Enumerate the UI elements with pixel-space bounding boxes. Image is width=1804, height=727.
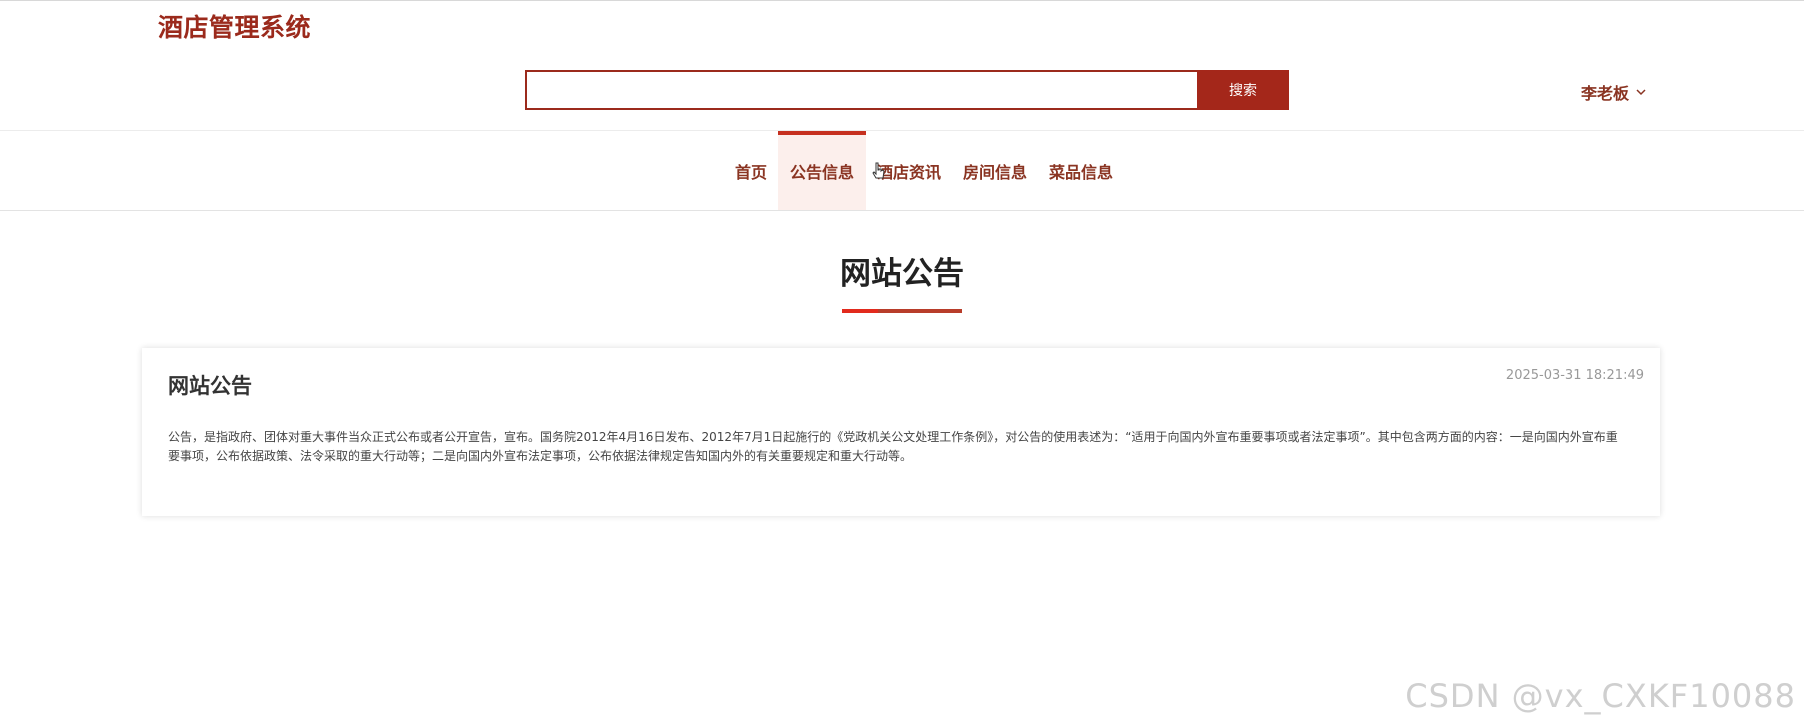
nav-item-label: 首页 xyxy=(734,162,767,182)
watermark: CSDN @vx_CXKF10088 xyxy=(1405,677,1796,715)
user-name: 李老板 xyxy=(1581,84,1630,103)
search-input[interactable] xyxy=(525,70,1197,110)
nav-item-label: 酒店资讯 xyxy=(876,162,941,182)
nav-item-label: 房间信息 xyxy=(963,162,1028,182)
nav-item-label: 菜品信息 xyxy=(1049,162,1114,182)
user-menu[interactable]: 李老板 xyxy=(1581,80,1647,104)
notice-card[interactable]: 网站公告 2025-03-31 18:21:49 公告，是指政府、团体对重大事件… xyxy=(142,348,1660,516)
top-border xyxy=(0,0,1804,1)
main-nav: 首页 公告信息 酒店资讯 房间信息 菜品信息 xyxy=(0,131,1804,210)
search-box: 搜索 xyxy=(525,70,1289,110)
brand-title: 酒店管理系统 xyxy=(158,13,312,42)
nav-item-rooms[interactable]: 房间信息 xyxy=(952,131,1038,210)
nav-item-dishes[interactable]: 菜品信息 xyxy=(1038,131,1124,210)
notice-title: 网站公告 xyxy=(168,374,252,398)
page-title: 网站公告 xyxy=(840,256,964,292)
search-button[interactable]: 搜索 xyxy=(1197,70,1289,110)
chevron-down-icon xyxy=(1636,89,1646,96)
nav-item-notices[interactable]: 公告信息 xyxy=(777,131,866,210)
nav-item-label: 公告信息 xyxy=(789,162,854,182)
title-underline xyxy=(842,309,962,313)
notice-body: 公告，是指政府、团体对重大事件当众正式公布或者公开宣告，宣布。国务院2012年4… xyxy=(168,430,1618,463)
nav-item-home[interactable]: 首页 xyxy=(724,131,778,210)
nav-divider xyxy=(0,210,1804,211)
mouse-cursor-icon xyxy=(872,162,885,179)
notice-date: 2025-03-31 18:21:49 xyxy=(1505,368,1644,383)
